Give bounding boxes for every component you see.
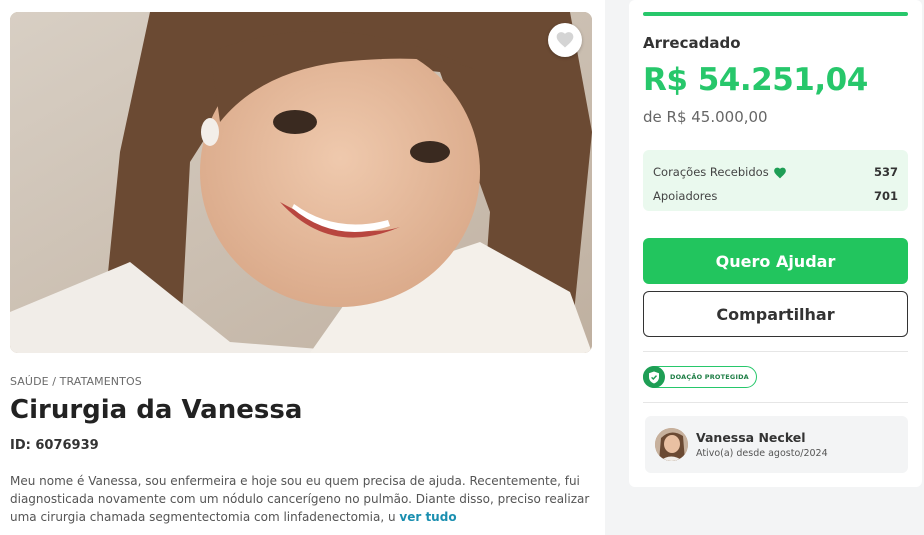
campaign-story-text: Meu nome é Vanessa, sou enfermeira e hoj… <box>10 474 590 524</box>
stat-hearts: Corações Recebidos 537 <box>653 160 898 184</box>
read-more-link[interactable]: ver tudo <box>399 510 456 524</box>
protected-donation-badge: DOAÇÃO PROTEGIDA <box>643 366 757 388</box>
divider <box>643 402 908 403</box>
stat-supporters-label: Apoiadores <box>653 189 718 203</box>
author-since: Ativo(a) desde agosto/2024 <box>696 448 828 459</box>
progress-bar <box>643 12 908 16</box>
heart-icon <box>556 32 574 48</box>
stat-supporters: Apoiadores 701 <box>653 184 898 208</box>
stat-hearts-value: 537 <box>873 165 898 179</box>
author-card[interactable]: Vanessa Neckel Ativo(a) desde agosto/202… <box>645 416 908 473</box>
goal-amount: de R$ 45.000,00 <box>643 108 768 126</box>
divider <box>643 351 908 352</box>
campaign-id: ID: 6076939 <box>10 438 99 453</box>
campaign-category[interactable]: SAÚDE / TRATAMENTOS <box>10 375 142 388</box>
campaign-photo-image <box>10 12 592 353</box>
author-info: Vanessa Neckel Ativo(a) desde agosto/202… <box>696 430 828 459</box>
avatar <box>655 428 688 461</box>
favorite-button[interactable] <box>548 23 582 57</box>
protected-donation-text: DOAÇÃO PROTEGIDA <box>670 373 749 381</box>
help-button[interactable]: Quero Ajudar <box>643 238 908 284</box>
campaign-story: Meu nome é Vanessa, sou enfermeira e hoj… <box>10 472 595 526</box>
shield-icon <box>643 366 665 388</box>
stat-hearts-label: Corações Recebidos <box>653 165 769 179</box>
stat-supporters-value: 701 <box>873 189 898 203</box>
share-button[interactable]: Compartilhar <box>643 291 908 337</box>
raised-amount: R$ 54.251,04 <box>643 62 868 98</box>
campaign-title: Cirurgia da Vanessa <box>10 395 303 425</box>
campaign-photo <box>10 12 592 353</box>
heart-icon <box>773 167 786 178</box>
stat-hearts-label-wrap: Corações Recebidos <box>653 165 787 179</box>
campaign-main: SAÚDE / TRATAMENTOS Cirurgia da Vanessa … <box>0 0 605 535</box>
raised-label: Arrecadado <box>643 34 741 52</box>
stats-box: Corações Recebidos 537 Apoiadores 701 <box>643 150 908 211</box>
author-name: Vanessa Neckel <box>696 430 806 445</box>
